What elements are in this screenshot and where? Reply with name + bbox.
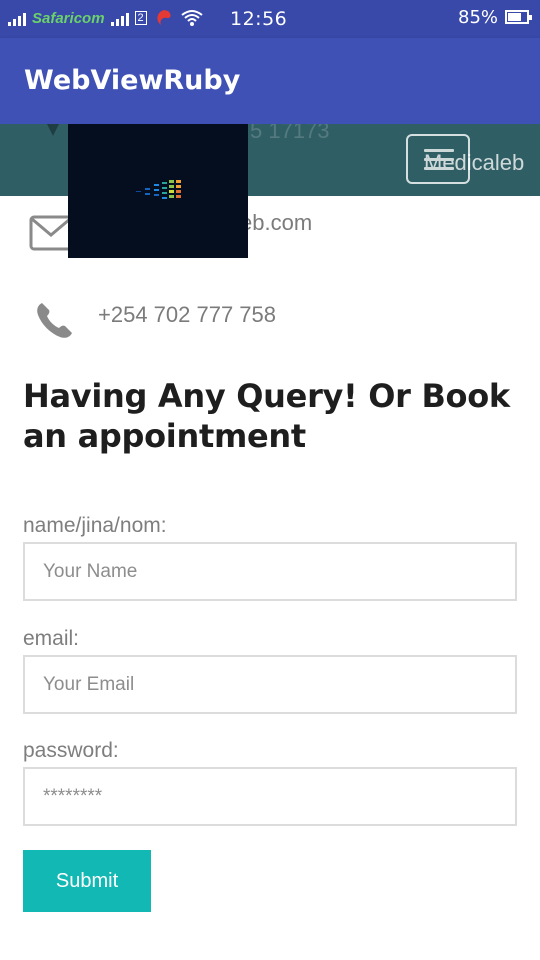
wifi-icon xyxy=(181,10,203,26)
password-input[interactable] xyxy=(25,769,515,824)
battery-nub xyxy=(529,15,532,20)
phone-icon xyxy=(37,303,72,338)
header-phone-partial: 5 17173 xyxy=(250,124,330,143)
battery-icon xyxy=(505,10,532,24)
email-field-box xyxy=(23,655,517,714)
menu-line xyxy=(424,167,454,170)
app-title: WebViewRuby xyxy=(24,65,241,96)
email-input[interactable] xyxy=(25,657,515,712)
contact-email[interactable]: eb.com xyxy=(240,210,312,236)
battery-fill xyxy=(508,13,521,21)
battery-percent: 85% xyxy=(458,7,499,28)
status-bar: Safaricom 2 12:56 85% xyxy=(0,0,540,38)
hamburger-menu-button[interactable] xyxy=(406,134,470,184)
menu-line xyxy=(424,158,454,161)
signal-icon xyxy=(8,10,26,26)
submit-button[interactable]: Submit xyxy=(23,850,151,912)
contact-phone[interactable]: +254 702 777 758 xyxy=(98,302,276,328)
contact-phone-row: +254 702 777 758 xyxy=(0,290,540,350)
email-label: email: xyxy=(23,627,80,650)
app-bar: WebViewRuby xyxy=(0,38,540,124)
sim-label: 2 xyxy=(134,11,147,25)
loading-graphic-icon xyxy=(136,180,181,199)
form-heading: Having Any Query! Or Book an appointment xyxy=(23,377,510,455)
signal-icon-2 xyxy=(110,10,129,26)
clock: 12:56 xyxy=(230,8,288,30)
name-label: name/jina/nom: xyxy=(23,514,167,537)
location-pin-icon xyxy=(47,124,59,136)
name-field-box xyxy=(23,542,517,601)
password-field-box xyxy=(23,767,517,826)
name-input[interactable] xyxy=(25,544,515,599)
video-overlay[interactable] xyxy=(68,124,248,258)
menu-line xyxy=(424,149,454,152)
envelope-icon xyxy=(29,215,73,251)
airtel-logo-icon xyxy=(157,10,171,25)
carrier-name: Safaricom xyxy=(32,9,105,27)
password-label: password: xyxy=(23,739,119,762)
status-left: Safaricom 2 xyxy=(8,8,203,28)
